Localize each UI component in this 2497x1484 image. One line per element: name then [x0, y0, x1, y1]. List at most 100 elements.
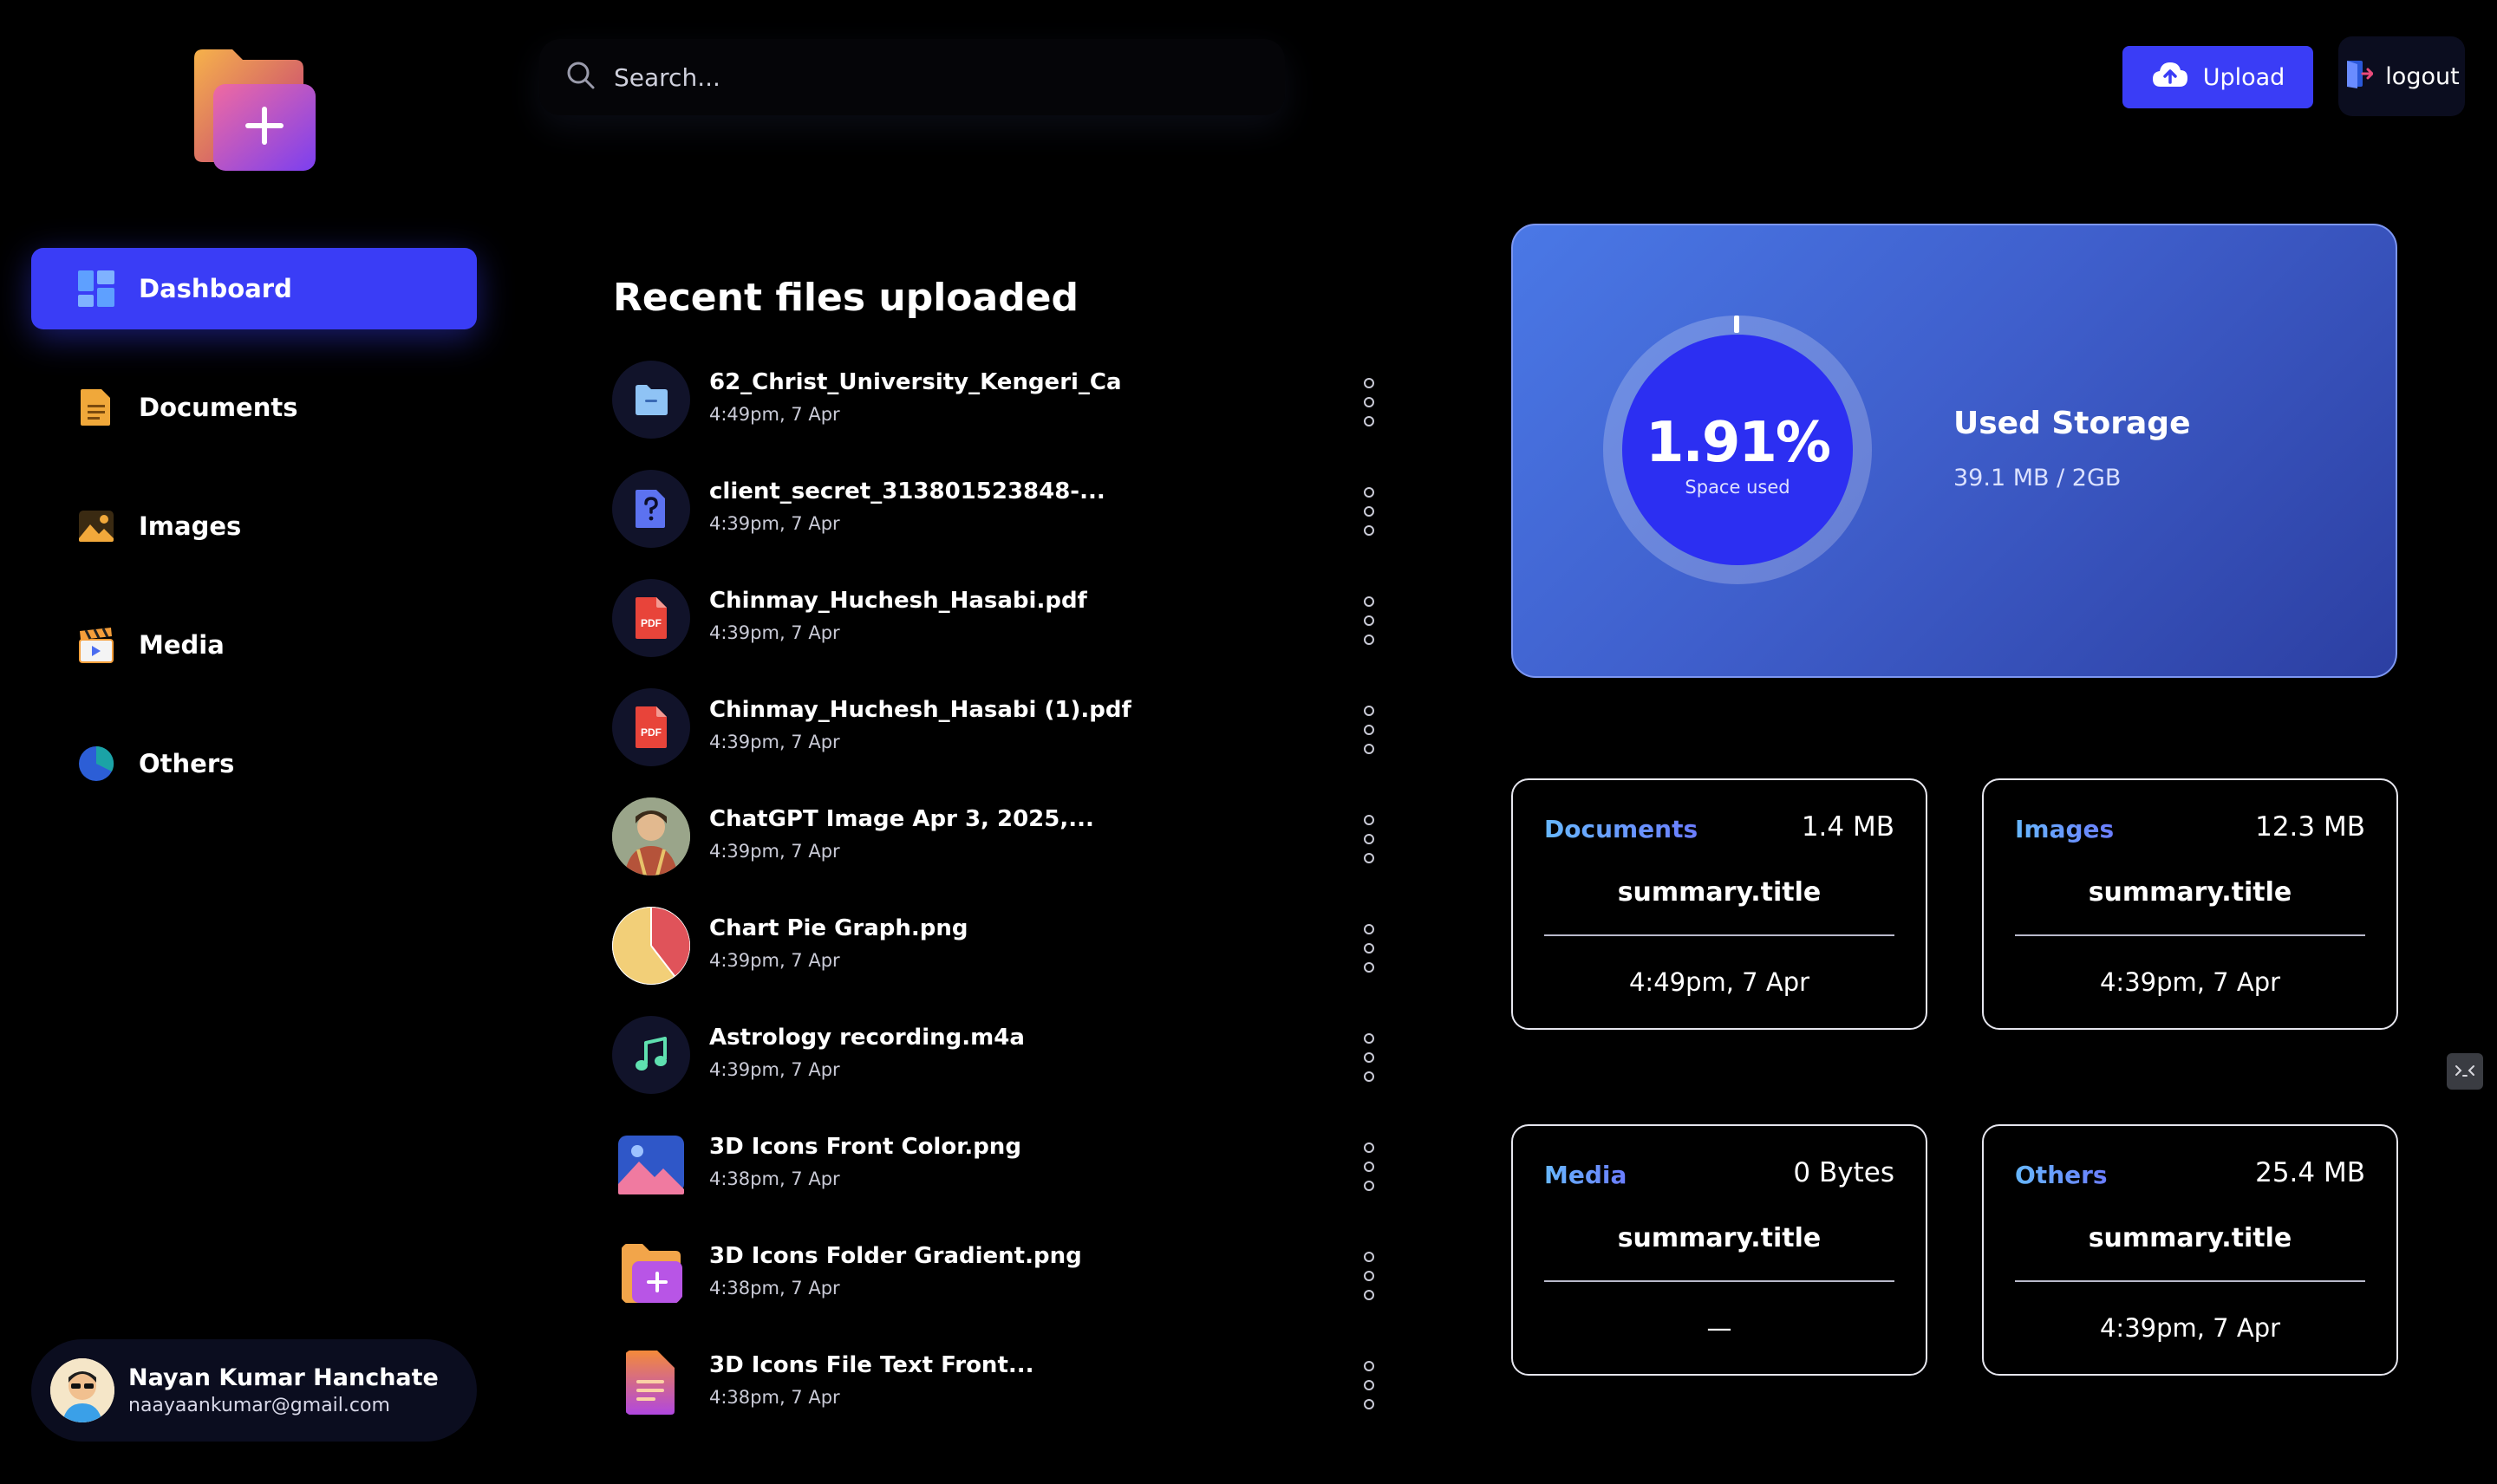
search-input[interactable]	[614, 62, 1221, 92]
more-options-icon[interactable]	[1358, 1142, 1380, 1191]
divider	[1544, 1280, 1894, 1282]
file-time: 4:39pm, 7 Apr	[709, 513, 840, 534]
summary-size: 1.4 MB	[1801, 811, 1894, 843]
folder-plus-thumbnail	[612, 1234, 690, 1312]
music-note-icon	[612, 1016, 690, 1094]
logout-label: logout	[2385, 62, 2460, 90]
sidebar-item-images[interactable]: Images	[31, 485, 477, 567]
summary-time: 4:39pm, 7 Apr	[2099, 967, 2281, 997]
logout-icon	[2344, 59, 2385, 94]
list-item[interactable]: 3D Icons Folder Gradient.png 4:38pm, 7 A…	[612, 1234, 1392, 1344]
list-item[interactable]: 3D Icons Front Color.png 4:38pm, 7 Apr	[612, 1125, 1392, 1234]
dashboard-icon	[76, 269, 116, 309]
avatar	[50, 1358, 114, 1422]
summary-card-documents[interactable]: Documents 1.4 MB summary.title 4:49pm, 7…	[1511, 778, 1927, 1030]
document-icon	[76, 387, 116, 427]
summary-card-images[interactable]: Images 12.3 MB summary.title 4:39pm, 7 A…	[1982, 778, 2398, 1030]
upload-label: Upload	[2202, 63, 2285, 91]
storage-card: 1.91% Space used Used Storage 39.1 MB / …	[1511, 224, 2397, 678]
sidebar-item-dashboard[interactable]: Dashboard	[31, 248, 477, 329]
divider	[2015, 934, 2365, 936]
user-profile[interactable]: Nayan Kumar Hanchate naayaankumar@gmail.…	[31, 1339, 477, 1442]
list-item[interactable]: client_secret_313801523848-... 4:39pm, 7…	[612, 470, 1392, 579]
more-options-icon[interactable]	[1358, 815, 1380, 863]
file-name: 62_Christ_University_Kengeri_Ca	[709, 369, 1122, 395]
summary-label: Images	[2015, 815, 2115, 843]
summary-time: 4:39pm, 7 Apr	[2099, 1313, 2281, 1343]
more-options-icon[interactable]	[1358, 1361, 1380, 1409]
more-options-icon[interactable]	[1358, 1033, 1380, 1082]
summary-label: Media	[1544, 1161, 1627, 1189]
recent-files-title: Recent files uploaded	[613, 276, 1079, 320]
file-text-thumbnail	[612, 1344, 690, 1422]
file-name: client_secret_313801523848-...	[709, 478, 1105, 504]
svg-text:PDF: PDF	[641, 617, 662, 629]
clapperboard-icon	[76, 625, 116, 665]
more-options-icon[interactable]	[1358, 924, 1380, 973]
storage-progress-indicator	[1734, 316, 1739, 333]
user-name: Nayan Kumar Hanchate	[128, 1364, 439, 1391]
file-name: Chinmay_Huchesh_Hasabi (1).pdf	[709, 697, 1131, 723]
pdf-icon: PDF	[612, 579, 690, 657]
summary-time: —	[1706, 1313, 1732, 1343]
svg-text:PDF: PDF	[641, 726, 662, 739]
file-name: Astrology recording.m4a	[709, 1025, 1025, 1051]
more-options-icon[interactable]	[1358, 378, 1380, 426]
sidebar-item-label: Images	[139, 511, 242, 541]
list-item[interactable]: 62_Christ_University_Kengeri_Ca 4:49pm, …	[612, 361, 1392, 470]
picture-thumbnail	[612, 1125, 690, 1203]
more-options-icon[interactable]	[1358, 596, 1380, 645]
file-name: 3D Icons Folder Gradient.png	[709, 1243, 1082, 1269]
list-item[interactable]: Chart Pie Graph.png 4:39pm, 7 Apr	[612, 907, 1392, 1016]
summary-card-media[interactable]: Media 0 Bytes summary.title —	[1511, 1124, 1927, 1376]
file-time: 4:38pm, 7 Apr	[709, 1387, 840, 1408]
file-name: Chart Pie Graph.png	[709, 915, 968, 941]
file-name: ChatGPT Image Apr 3, 2025,...	[709, 806, 1094, 832]
storage-progress-ring: 1.91% Space used	[1603, 316, 1872, 584]
sidebar-item-media[interactable]: Media	[31, 604, 477, 686]
user-email: naayaankumar@gmail.com	[128, 1395, 390, 1416]
sidebar-item-others[interactable]: Others	[31, 723, 477, 804]
app-logo	[191, 48, 319, 176]
logout-button[interactable]: logout	[2338, 36, 2465, 116]
search-bar[interactable]	[539, 39, 1285, 115]
file-time: 4:49pm, 7 Apr	[709, 404, 840, 425]
summary-title: summary.title	[1617, 877, 1822, 908]
file-time: 4:38pm, 7 Apr	[709, 1278, 840, 1298]
list-item[interactable]: ChatGPT Image Apr 3, 2025,... 4:39pm, 7 …	[612, 797, 1392, 907]
search-icon	[565, 60, 597, 94]
summary-title: summary.title	[2088, 877, 2292, 908]
pie-chart-icon	[76, 744, 116, 784]
side-widget-icon[interactable]	[2447, 1053, 2483, 1090]
sidebar-nav: Dashboard Documents Images Media Others	[31, 248, 477, 842]
list-item[interactable]: 3D Icons File Text Front... 4:38pm, 7 Ap…	[612, 1344, 1392, 1453]
divider	[2015, 1280, 2365, 1282]
more-options-icon[interactable]	[1358, 487, 1380, 536]
file-time: 4:39pm, 7 Apr	[709, 841, 840, 862]
pdf-icon: PDF	[612, 688, 690, 766]
used-storage-value: 39.1 MB / 2GB	[1953, 465, 2122, 491]
sidebar-item-documents[interactable]: Documents	[31, 367, 477, 448]
list-item[interactable]: PDF Chinmay_Huchesh_Hasabi.pdf 4:39pm, 7…	[612, 579, 1392, 688]
image-icon	[76, 506, 116, 546]
summary-size: 12.3 MB	[2255, 811, 2365, 843]
more-options-icon[interactable]	[1358, 1252, 1380, 1300]
more-options-icon[interactable]	[1358, 706, 1380, 754]
file-time: 4:39pm, 7 Apr	[709, 950, 840, 971]
file-time: 4:39pm, 7 Apr	[709, 622, 840, 643]
file-name: 3D Icons File Text Front...	[709, 1352, 1034, 1378]
summary-time: 4:49pm, 7 Apr	[1628, 967, 1810, 997]
file-time: 4:38pm, 7 Apr	[709, 1168, 840, 1189]
summary-label: Documents	[1544, 815, 1698, 843]
file-time: 4:39pm, 7 Apr	[709, 732, 840, 752]
list-item[interactable]: Astrology recording.m4a 4:39pm, 7 Apr	[612, 1016, 1392, 1125]
summary-card-others[interactable]: Others 25.4 MB summary.title 4:39pm, 7 A…	[1982, 1124, 2398, 1376]
list-item[interactable]: PDF Chinmay_Huchesh_Hasabi (1).pdf 4:39p…	[612, 688, 1392, 797]
upload-button[interactable]: Upload	[2122, 46, 2313, 108]
summary-size: 0 Bytes	[1793, 1157, 1894, 1188]
used-storage-title: Used Storage	[1953, 406, 2191, 441]
sidebar-item-label: Dashboard	[139, 274, 292, 303]
storage-percent-caption: Space used	[1685, 477, 1790, 498]
summary-title: summary.title	[1617, 1223, 1822, 1253]
summary-title: summary.title	[2088, 1223, 2292, 1253]
